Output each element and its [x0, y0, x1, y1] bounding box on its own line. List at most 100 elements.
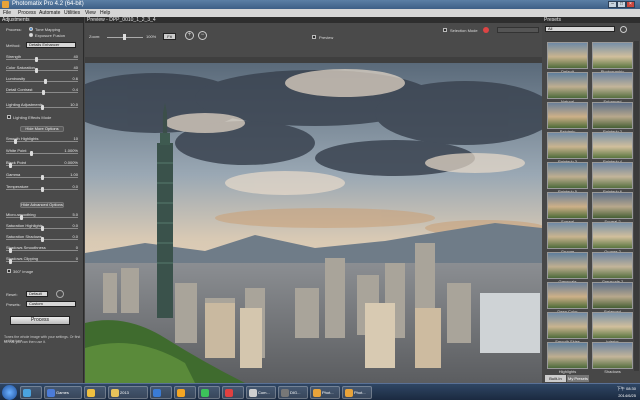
more-slider-slider-knob[interactable]	[30, 151, 34, 156]
taskbar-item-1[interactable]: Games	[44, 386, 82, 399]
main-slider-slider-knob[interactable]	[41, 90, 45, 95]
advanced-slider-slider-knob[interactable]	[40, 237, 44, 242]
selection-mode-checkbox[interactable]	[443, 28, 447, 32]
reset-icon[interactable]	[56, 290, 64, 298]
preset-thumbnail-9[interactable]	[592, 162, 633, 189]
tone-mapping-radio[interactable]	[29, 27, 33, 31]
fit-button[interactable]: Fit	[163, 33, 176, 40]
more-slider-slider-knob[interactable]	[14, 139, 18, 144]
hide-more-options-button[interactable]: Hide More Options	[20, 126, 64, 132]
advanced-slider-slider-knob[interactable]	[9, 248, 13, 253]
preview-checkbox[interactable]	[312, 35, 316, 39]
presets-select[interactable]: Custom	[26, 301, 76, 307]
tone-mapping-label: Tone Mapping	[35, 27, 61, 32]
taskbar-item-6[interactable]	[198, 386, 220, 399]
zoom-out-icon[interactable]: −	[198, 31, 207, 40]
main-slider-track[interactable]	[6, 70, 78, 71]
start-button[interactable]	[2, 385, 17, 400]
main-slider-slider-knob[interactable]	[34, 57, 38, 62]
preset-thumbnail-5[interactable]	[592, 102, 633, 129]
taskbar-item-8[interactable]: Com...	[246, 386, 276, 399]
main-slider-track[interactable]	[6, 81, 78, 82]
taskbar-item-3[interactable]: 2013	[108, 386, 148, 399]
process-button[interactable]: Process	[10, 316, 70, 325]
preset-thumbnail-13[interactable]	[592, 222, 633, 249]
taskbar-item-5[interactable]	[174, 386, 196, 399]
preset-thumbnail-6[interactable]	[547, 132, 588, 159]
exposure-fusion-radio[interactable]	[29, 33, 33, 37]
refresh-icon[interactable]	[620, 26, 627, 33]
preset-thumbnail-20[interactable]	[547, 342, 588, 369]
taskbar-item-10[interactable]: Phot...	[310, 386, 340, 399]
main-slider-row-2: Luminosity 0.6	[4, 76, 80, 85]
zoom-slider-knob[interactable]	[123, 34, 126, 40]
preset-thumbnail-15[interactable]	[592, 252, 633, 279]
preset-thumbnail-21[interactable]	[592, 342, 633, 369]
preset-thumbnail-4[interactable]	[547, 102, 588, 129]
main-slider-track[interactable]	[6, 59, 78, 60]
preset-thumbnail-3[interactable]	[592, 72, 633, 99]
main-slider-row-0: Strength 40	[4, 54, 80, 63]
taipei-cityscape-image	[85, 63, 542, 383]
presets-scrollbar[interactable]	[634, 41, 639, 371]
zoom-in-icon[interactable]: +	[185, 31, 194, 40]
more-slider-slider-knob[interactable]	[40, 187, 44, 192]
preset-label: Shadows	[604, 369, 621, 374]
reset-select[interactable]: Default	[26, 291, 48, 297]
preset-thumbnail-1[interactable]	[592, 42, 633, 69]
tab-built-in[interactable]: Built-In	[545, 375, 566, 382]
preset-thumbnail-8[interactable]	[547, 162, 588, 189]
taskbar-item-11[interactable]: Phot...	[342, 386, 372, 399]
taskbar-app-icon	[111, 389, 119, 397]
preset-thumbnail-12[interactable]	[547, 222, 588, 249]
preset-thumbnail-16[interactable]	[547, 282, 588, 309]
taskbar-item-9[interactable]: DIG...	[278, 386, 308, 399]
presets-filter-select[interactable]: All	[545, 26, 615, 32]
preset-thumbnail-0[interactable]	[547, 42, 588, 69]
menu-utilities[interactable]: Utilities	[64, 9, 80, 17]
preset-thumbnail-11[interactable]	[592, 192, 633, 219]
hdr-preview-image[interactable]	[85, 63, 542, 383]
360-image-checkbox[interactable]	[7, 269, 11, 273]
maximize-button[interactable]: □	[617, 1, 626, 8]
taskbar-app-icon	[345, 389, 353, 397]
taskbar-app-icon	[177, 389, 185, 397]
more-slider-slider-knob[interactable]	[9, 163, 13, 168]
main-slider-slider-knob[interactable]	[34, 68, 38, 73]
advanced-slider-track[interactable]	[6, 250, 78, 251]
menu-view[interactable]: View	[85, 9, 96, 17]
advanced-slider-slider-knob[interactable]	[40, 226, 44, 231]
more-slider-slider-knob[interactable]	[40, 175, 44, 180]
selection-mode-icon[interactable]	[483, 27, 489, 33]
preset-thumbnail-17[interactable]	[592, 282, 633, 309]
preset-thumbnail-19[interactable]	[592, 312, 633, 339]
taskbar-item-2[interactable]	[84, 386, 106, 399]
advanced-slider-track[interactable]	[6, 261, 78, 262]
clock-date: 2014/6/25	[618, 393, 636, 398]
close-button[interactable]: ×	[626, 1, 635, 8]
taskbar-item-7[interactable]	[222, 386, 244, 399]
preset-thumbnail-7[interactable]	[592, 132, 633, 159]
menu-process[interactable]: Process	[18, 9, 36, 17]
preset-thumbnail-18[interactable]	[547, 312, 588, 339]
advanced-slider-slider-knob[interactable]	[9, 259, 13, 264]
taskbar-item-4[interactable]	[150, 386, 172, 399]
more-slider-track[interactable]	[6, 153, 78, 154]
main-slider-slider-knob[interactable]	[43, 79, 47, 84]
lighting-effects-checkbox[interactable]	[7, 115, 11, 119]
tab-my-presets[interactable]: My Presets	[567, 375, 589, 382]
minimize-button[interactable]: –	[608, 1, 617, 8]
taskbar-item-0[interactable]	[20, 386, 42, 399]
preset-thumbnail-2[interactable]	[547, 72, 588, 99]
advanced-slider-track[interactable]	[6, 217, 78, 218]
method-select[interactable]: Details Enhancer	[26, 42, 76, 48]
preset-thumbnail-14[interactable]	[547, 252, 588, 279]
menu-help[interactable]: Help	[100, 9, 110, 17]
menu-automate[interactable]: Automate	[39, 9, 60, 17]
advanced-slider-slider-knob[interactable]	[19, 215, 23, 220]
hide-advanced-options-button[interactable]: Hide Advanced Options	[20, 202, 64, 208]
menu-file[interactable]: File	[3, 9, 11, 17]
lighting-slider-knob[interactable]	[40, 105, 44, 110]
more-slider-track[interactable]	[6, 165, 78, 166]
preset-thumbnail-10[interactable]	[547, 192, 588, 219]
